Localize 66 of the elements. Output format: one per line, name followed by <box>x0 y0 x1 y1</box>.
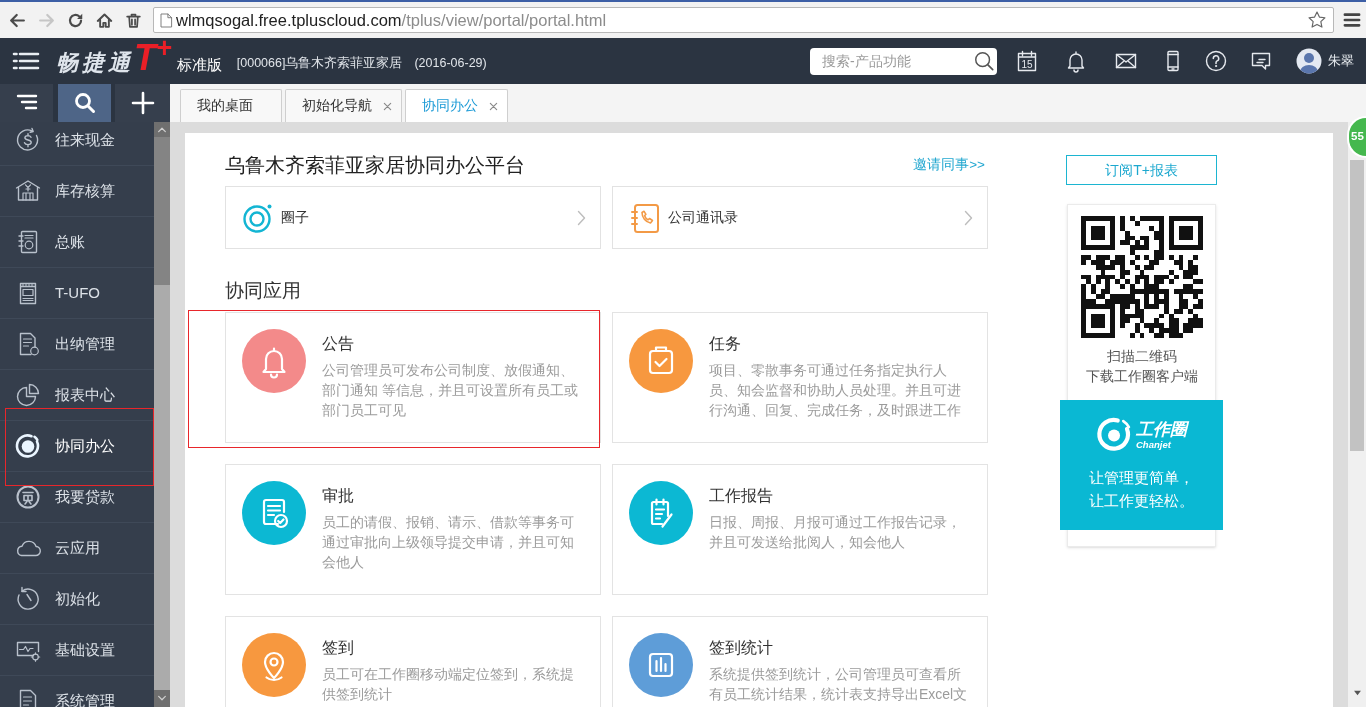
app-card[interactable]: 签到统计 系统提供签到统计，公司管理员可查看所有员工统计结果，统计表支持导出Excel文 <box>612 616 988 707</box>
search-field[interactable]: 搜索-产品功能 <box>810 47 997 75</box>
ring-icon[interactable] <box>14 432 42 460</box>
app-description: 日报、周报、月报可通过工作报告记录，并且可发送给批阅人，知会他人 <box>709 513 962 552</box>
app-title: 审批 <box>322 486 354 506</box>
scroll-down-icon[interactable] <box>1352 690 1362 696</box>
date-label: (2016-06-29) <box>414 54 487 72</box>
app-description: 员工可在工作圈移动端定位签到，系统提供签到统计 <box>322 665 575 704</box>
bar-chart-icon[interactable] <box>629 633 693 697</box>
search-icon[interactable] <box>72 91 97 115</box>
app-description: 系统提供签到统计，公司管理员可查看所有员工统计结果，统计表支持导出Excel文 <box>709 665 969 704</box>
app-card[interactable]: 公告 公司管理员可发布公司制度、放假通知、部门通知 等信息，并且可设置所有员工或部门员工可见 <box>225 312 601 443</box>
user-name[interactable]: 朱翠 <box>1328 51 1354 71</box>
app-title: 工作报告 <box>709 486 773 506</box>
section-title: 协同应用 <box>225 280 301 302</box>
clock-arrow-icon[interactable] <box>14 585 42 613</box>
document-check-icon[interactable] <box>242 481 306 545</box>
app-title: 任务 <box>709 334 741 354</box>
plus-icon[interactable] <box>130 91 155 115</box>
qr-caption: 下载工作圈客户端 <box>1085 367 1198 386</box>
app-title: 签到统计 <box>709 638 773 658</box>
tab[interactable]: 初始化导航 <box>285 89 402 122</box>
logo-name: 畅捷通 <box>56 49 134 77</box>
avatar-icon[interactable] <box>1296 48 1322 74</box>
chevron-down-icon[interactable] <box>157 695 167 702</box>
seal-icon[interactable] <box>14 483 42 511</box>
app-card[interactable]: 工作报告 日报、周报、月报可通过工作报告记录，并且可发送给批阅人，知会他人 <box>612 464 988 595</box>
search-icon[interactable] <box>973 49 995 72</box>
app-card[interactable]: 审批 员工的请假、报销、请示、借款等事务可通过审批向上级领导提交申请，并且可知会他人 <box>225 464 601 595</box>
calendar-icon[interactable] <box>1015 49 1039 73</box>
close-icon[interactable] <box>489 101 498 111</box>
banner-logo-subtitle: Chanjet <box>1136 439 1172 450</box>
search-button[interactable] <box>58 84 111 122</box>
add-button[interactable] <box>115 84 170 122</box>
address-text: wlmqsogal.free.tpluscloud.com/tplus/view/portal/portal.html <box>176 10 607 30</box>
pie-chart-icon[interactable] <box>14 381 42 409</box>
qr-caption: 扫描二维码 <box>1106 347 1177 366</box>
app-card[interactable]: 签到 员工可在工作圈移动端定位签到，系统提供签到统计 <box>225 616 601 707</box>
house-icon[interactable] <box>95 10 114 30</box>
help-icon[interactable] <box>1204 49 1228 73</box>
scrollbar-thumb[interactable] <box>154 137 170 285</box>
address-field[interactable]: wlmqsogal.free.tpluscloud.com/tplus/view/portal/portal.html <box>153 7 1334 33</box>
page-icon <box>160 12 173 28</box>
close-icon[interactable] <box>383 101 392 111</box>
app-description: 员工的请假、报销、请示、借款等事务可通过审批向上级领导提交申请，并且可知会他人 <box>322 513 575 572</box>
slogan-line: 让管理更简单， <box>1089 468 1194 488</box>
list-button[interactable] <box>0 84 53 122</box>
chevron-up-icon[interactable] <box>157 126 167 133</box>
banner-logo-name: 工作圈 <box>1136 419 1187 440</box>
qr-code-icon <box>1080 216 1203 338</box>
star-icon[interactable] <box>1307 10 1327 30</box>
clipboard-check-icon[interactable] <box>629 329 693 393</box>
page-scrollbar-thumb[interactable] <box>1350 160 1364 451</box>
slogan-line: 让工作更轻松。 <box>1089 491 1194 511</box>
app-description: 公司管理员可发布公司制度、放假通知、部门通知 等信息，并且可设置所有员工或部门员工可见 <box>322 361 579 420</box>
edition-label: 标准版 <box>176 55 222 75</box>
company-name: [000066]乌鲁木齐索菲亚家居 <box>236 54 403 72</box>
calendar-button[interactable]: 15 <box>1007 41 1047 81</box>
menu-icon[interactable] <box>12 50 40 72</box>
app-card[interactable]: 任务 项目、零散事务可通过任务指定执行人员、知会监督和协助人员处理。并且可进行沟通、回复、完成任务，及时跟进工作 <box>612 312 988 443</box>
portal-title: 乌鲁木齐索菲亚家居协同办公平台 <box>225 153 525 177</box>
logo-ring-icon <box>1096 416 1133 453</box>
app-title: 签到 <box>322 638 354 658</box>
tab[interactable]: 我的桌面 <box>180 89 282 122</box>
app-description: 项目、零散事务可通过任务指定执行人员、知会监督和协助人员处理。并且可进行沟通、回复、完成任务，及时跟进工作 <box>709 361 962 420</box>
app-title: 公告 <box>322 334 354 354</box>
